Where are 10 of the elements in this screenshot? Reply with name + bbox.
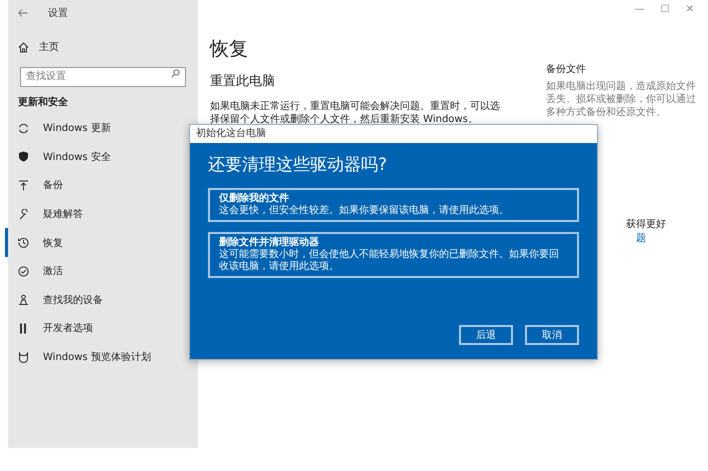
section-heading: 更新和安全	[17, 95, 69, 110]
side-heading: 获得更好	[625, 218, 667, 231]
section-title: 重置此电脑	[210, 73, 276, 90]
window-title: 设置	[48, 6, 68, 20]
side-text: 如果电脑出现问题，造成原始文件丢失、损坏或被删除，你可以通过多种方式备份和还原文件。	[546, 80, 696, 119]
page-title: 恢复	[210, 37, 249, 62]
side-heading: 备份文件	[546, 62, 587, 76]
description-text: 如果电脑未正常运行，重置电脑可能会解决问题。重置时，可以选择保留个人文件或删除个人文件，然后重新安装 Windows。	[210, 100, 501, 126]
dialog-title: 初始化这台电脑	[190, 125, 597, 143]
dialog-question: 还要清理这些驱动器吗?	[208, 154, 388, 176]
